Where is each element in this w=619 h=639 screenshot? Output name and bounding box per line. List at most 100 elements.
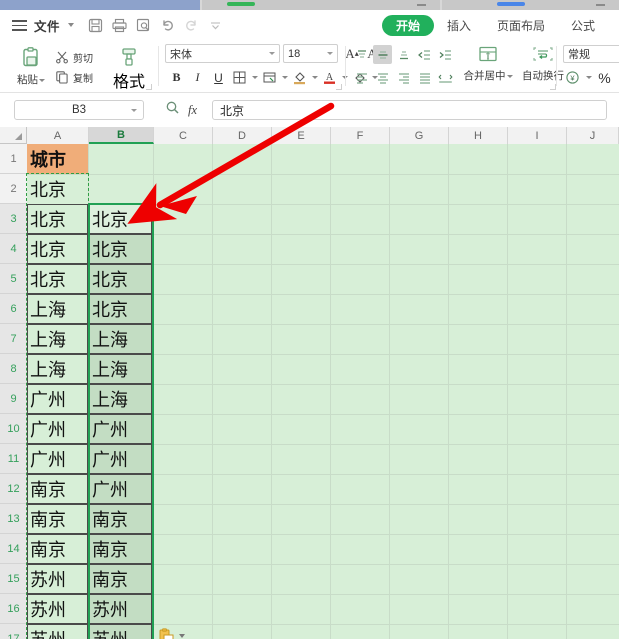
save-icon[interactable] (87, 17, 104, 34)
paste-options-icon[interactable] (158, 628, 185, 639)
column-header-C[interactable]: C (154, 127, 213, 144)
column-header-E[interactable]: E (272, 127, 331, 144)
merge-center-button[interactable]: T 合并居中 (462, 45, 514, 83)
row-header-8[interactable]: 8 (0, 354, 27, 384)
tab-formula[interactable]: 公式 (558, 10, 608, 40)
row-header-11[interactable]: 11 (0, 444, 27, 474)
column-header-J[interactable]: J (567, 127, 619, 144)
cell-style-button[interactable] (260, 68, 279, 87)
row-header-9[interactable]: 9 (0, 384, 27, 414)
row-header-15[interactable]: 15 (0, 564, 27, 594)
align-right-button[interactable] (394, 68, 413, 87)
italic-button[interactable]: I (188, 68, 207, 87)
increase-indent-button[interactable] (436, 45, 455, 64)
fill-color-dropdown-icon[interactable] (312, 76, 318, 79)
align-bottom-button[interactable] (394, 45, 413, 64)
select-all-corner[interactable] (0, 127, 27, 144)
file-menu-label[interactable]: 文件 (34, 16, 60, 35)
currency-dropdown-icon[interactable] (586, 76, 592, 79)
divider (345, 46, 346, 86)
print-preview-icon[interactable] (135, 17, 152, 34)
chevron-down-icon[interactable] (131, 108, 137, 112)
row-header-2[interactable]: 2 (0, 174, 27, 204)
row-header-5[interactable]: 5 (0, 264, 27, 294)
fx-label[interactable]: fx (188, 103, 197, 118)
align-top-button[interactable] (352, 45, 371, 64)
font-dialog-launcher[interactable] (336, 84, 342, 90)
column-header-B[interactable]: B (89, 127, 154, 144)
borders-dropdown-icon[interactable] (252, 76, 258, 79)
fill-color-button[interactable] (290, 68, 309, 87)
print-icon[interactable] (111, 17, 128, 34)
row-header-13[interactable]: 13 (0, 504, 27, 534)
undo-icon[interactable] (159, 17, 176, 34)
column-header-H[interactable]: H (449, 127, 508, 144)
font-size-select[interactable]: 18 (283, 44, 338, 63)
underline-button[interactable]: U (209, 68, 228, 87)
name-box[interactable]: B3 (14, 100, 144, 120)
chevron-down-icon[interactable] (68, 23, 75, 27)
formula-input[interactable]: 北京 (212, 100, 607, 120)
row-header-3[interactable]: 3 (0, 204, 27, 234)
selection-rectangle (88, 203, 154, 639)
chevron-down-icon[interactable] (327, 52, 333, 55)
column-header-F[interactable]: F (331, 127, 390, 144)
column-header-A[interactable]: A (27, 127, 89, 144)
divider (158, 46, 159, 86)
clipboard-dialog-launcher[interactable] (146, 84, 152, 90)
bold-button[interactable]: B (167, 68, 186, 87)
borders-button[interactable] (230, 68, 249, 87)
paste-button[interactable]: 粘贴 (10, 46, 52, 87)
row-header-17[interactable]: 17 (0, 624, 27, 639)
font-style-row: B I U A (167, 68, 378, 87)
paste-options-dropdown-icon[interactable] (179, 634, 185, 638)
align-left-button[interactable] (352, 68, 371, 87)
redo-icon[interactable] (183, 17, 200, 34)
row-header-6[interactable]: 6 (0, 294, 27, 324)
number-format-select[interactable]: 常规 (563, 45, 619, 63)
ribbon: 粘贴 剪切 复制 格式刷 宋体 (0, 40, 619, 115)
align-justify-button[interactable] (415, 68, 434, 87)
cell-A1[interactable]: 城市 (27, 144, 88, 174)
sheet-grid: A B C D E F G H I J 1 2 3 4 5 6 7 8 9 10… (0, 127, 619, 639)
copy-button[interactable]: 复制 (55, 67, 93, 87)
decrease-indent-button[interactable] (415, 45, 434, 64)
window-tab-2[interactable] (202, 0, 440, 10)
percent-button[interactable]: % (595, 68, 614, 87)
row-header-7[interactable]: 7 (0, 324, 27, 354)
window-tab-3[interactable] (442, 0, 619, 10)
align-horizontal-row (352, 68, 455, 87)
tab-data[interactable]: 数据 (608, 10, 619, 40)
align-middle-button[interactable] (373, 45, 392, 64)
cells-area[interactable]: 城市 北京 北京 北京 北京 上海 上海 上海 广州 广州 广州 南京 南京 南… (26, 144, 619, 639)
chevron-down-icon[interactable] (269, 52, 275, 55)
column-headers: A B C D E F G H I J (0, 127, 619, 144)
merge-center-label: 合并居中 (463, 70, 506, 82)
row-header-1[interactable]: 1 (0, 144, 27, 174)
row-header-10[interactable]: 10 (0, 414, 27, 444)
row-header-4[interactable]: 4 (0, 234, 27, 264)
search-icon[interactable] (165, 100, 180, 120)
tab-page-layout[interactable]: 页面布局 (484, 10, 558, 40)
customize-quick-access-icon[interactable] (207, 17, 224, 34)
merge-dropdown-icon[interactable] (506, 74, 513, 78)
currency-button[interactable]: ¥ (563, 68, 582, 87)
cell-style-dropdown-icon[interactable] (282, 76, 288, 79)
cut-button[interactable]: 剪切 (55, 47, 93, 67)
wrap-text-button[interactable]: 自动换行 (517, 45, 569, 83)
align-center-button[interactable] (373, 68, 392, 87)
tab-start[interactable]: 开始 (382, 14, 435, 36)
tab-insert[interactable]: 插入 (434, 10, 484, 40)
column-header-I[interactable]: I (508, 127, 567, 144)
row-header-12[interactable]: 12 (0, 474, 27, 504)
column-header-D[interactable]: D (213, 127, 272, 144)
paste-dropdown-icon[interactable] (39, 78, 45, 82)
window-tab-1[interactable] (0, 0, 200, 10)
hamburger-menu-icon[interactable] (12, 19, 27, 31)
column-header-G[interactable]: G (390, 127, 449, 144)
menu-bar: 文件 开始 插入 页面布局 公式 (0, 10, 619, 40)
font-family-select[interactable]: 宋体 (165, 44, 280, 63)
row-header-14[interactable]: 14 (0, 534, 27, 564)
distribute-button[interactable] (436, 68, 455, 87)
row-header-16[interactable]: 16 (0, 594, 27, 624)
